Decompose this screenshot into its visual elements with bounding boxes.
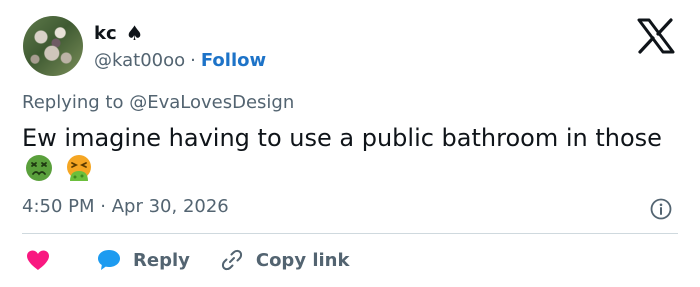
user-handle[interactable]: @kat00oo bbox=[94, 50, 185, 71]
spade-icon: ♠ bbox=[125, 21, 144, 45]
copy-link-label[interactable]: Copy link bbox=[256, 250, 350, 271]
date-separator: · bbox=[100, 196, 106, 217]
vomiting-face-icon bbox=[66, 155, 91, 181]
x-logo-icon[interactable] bbox=[636, 18, 676, 54]
divider bbox=[22, 233, 678, 234]
handle-row: @kat00oo · Follow bbox=[94, 48, 266, 72]
timestamp[interactable]: 4:50 PM · Apr 30, 2026 bbox=[22, 196, 229, 217]
info-icon[interactable] bbox=[650, 198, 672, 220]
replying-to: Replying to @EvaLovesDesign bbox=[22, 92, 294, 113]
tweet-date[interactable]: Apr 30, 2026 bbox=[112, 196, 229, 217]
reply-label[interactable]: Reply bbox=[133, 250, 190, 271]
tweet-body: Ew imagine having to use a public bathro… bbox=[22, 124, 662, 152]
separator-dot: · bbox=[190, 49, 196, 71]
link-icon bbox=[221, 249, 242, 271]
copy-link-button[interactable]: Copy link bbox=[190, 248, 350, 272]
reply-button[interactable]: Reply bbox=[51, 248, 190, 272]
tweet-text: Ew imagine having to use a public bathro… bbox=[22, 123, 662, 185]
follow-button[interactable]: Follow bbox=[201, 50, 266, 71]
user-name-row: kc ♠ bbox=[94, 20, 144, 46]
heart-icon[interactable] bbox=[25, 249, 51, 271]
action-bar: Reply Copy link bbox=[22, 246, 349, 274]
tweet-time[interactable]: 4:50 PM bbox=[22, 196, 95, 217]
reply-mention-link[interactable]: @EvaLovesDesign bbox=[129, 92, 294, 113]
speech-bubble-icon bbox=[98, 250, 120, 270]
display-name[interactable]: kc bbox=[94, 23, 117, 44]
replying-to-prefix: Replying to bbox=[22, 92, 124, 113]
avatar[interactable] bbox=[23, 16, 83, 76]
nauseated-face-icon bbox=[26, 155, 52, 181]
